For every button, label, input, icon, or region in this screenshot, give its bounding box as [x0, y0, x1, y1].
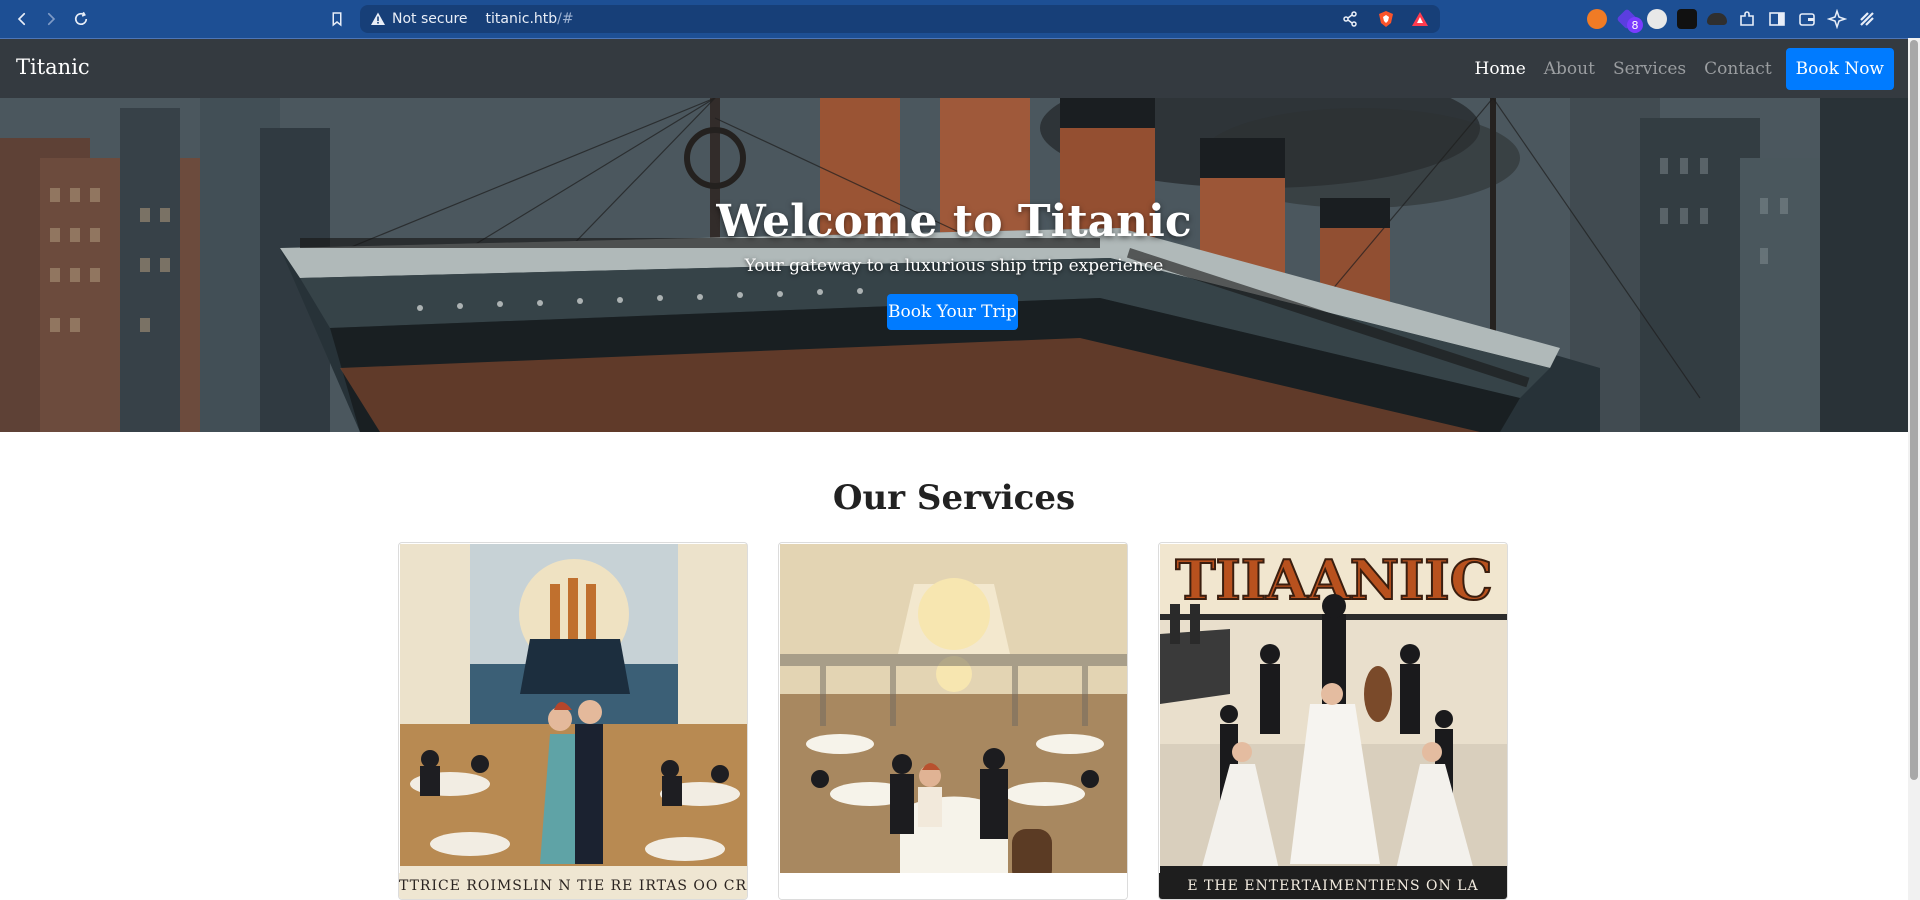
brave-shield-icon[interactable] [1377, 10, 1395, 28]
services-heading: Our Services [832, 478, 1076, 518]
card-caption: TTRICE ROIMSLIN N TIE RE IRTAS OO CRAS I [399, 873, 747, 899]
nav-about[interactable]: About [1544, 59, 1595, 79]
ballroom-dance-image [400, 544, 747, 892]
service-card-ballroom[interactable]: TTRICE ROIMSLIN N TIE RE IRTAS OO CRAS I [398, 542, 748, 900]
wallet-icon[interactable] [1797, 9, 1817, 29]
hero-banner: Welcome to Titanic Your gateway to a lux… [0, 98, 1908, 432]
warning-icon [371, 12, 385, 25]
extension-n-icon[interactable] [1677, 9, 1697, 29]
site-navbar: Titanic Home About Services Contact Book… [0, 38, 1908, 98]
leo-ai-icon[interactable] [1827, 9, 1847, 29]
nav-links: Home About Services Contact Book Now [1475, 39, 1908, 99]
menu-icon[interactable] [1857, 9, 1877, 29]
extension-orange-icon[interactable] [1587, 9, 1607, 29]
card-caption [779, 873, 1127, 899]
book-your-trip-button[interactable]: Book Your Trip [887, 294, 1018, 330]
hero-title: Welcome to Titanic [716, 196, 1192, 247]
bookmark-icon[interactable] [325, 7, 349, 31]
extensions-puzzle-icon[interactable] [1737, 9, 1757, 29]
share-icon[interactable] [1341, 10, 1359, 28]
extension-badge: 8 [1627, 17, 1643, 33]
scrollbar-thumb[interactable] [1910, 40, 1918, 780]
book-now-button[interactable]: Book Now [1785, 48, 1894, 90]
url-host: titanic.htb [485, 11, 558, 27]
extension-hat-icon[interactable] [1707, 13, 1727, 25]
nav-home[interactable]: Home [1475, 59, 1526, 79]
grand-dining-hall-image [780, 544, 1127, 892]
forward-icon[interactable] [39, 7, 63, 31]
address-bar[interactable]: Not secure titanic.htb/# [360, 5, 1440, 33]
card-caption: E THE ENTERTAIMENTIENS ON LA [1159, 873, 1507, 899]
entertainment-poster-image: TIIAANIIC [1160, 544, 1507, 892]
security-label: Not secure [392, 11, 468, 27]
brave-rewards-icon[interactable] [1411, 10, 1429, 28]
url-path: /# [557, 11, 574, 27]
sidebar-icon[interactable] [1767, 9, 1787, 29]
brand-logo[interactable]: Titanic [16, 55, 90, 79]
back-icon[interactable] [10, 7, 34, 31]
service-card-dining[interactable] [778, 542, 1128, 900]
nav-contact[interactable]: Contact [1704, 59, 1772, 79]
url-text[interactable]: titanic.htb/# [486, 11, 574, 27]
browser-toolbar: Not secure titanic.htb/# 8 [0, 0, 1920, 38]
hero-subtitle: Your gateway to a luxurious ship trip ex… [744, 256, 1164, 276]
service-card-entertainment[interactable]: TIIAANIIC E THE ENTERTAIMENTIENS ON LA [1158, 542, 1508, 900]
extension-avatar-icon[interactable] [1647, 9, 1667, 29]
nav-services[interactable]: Services [1613, 59, 1686, 79]
page-scrollbar[interactable] [1908, 38, 1920, 900]
reload-icon[interactable] [69, 7, 93, 31]
